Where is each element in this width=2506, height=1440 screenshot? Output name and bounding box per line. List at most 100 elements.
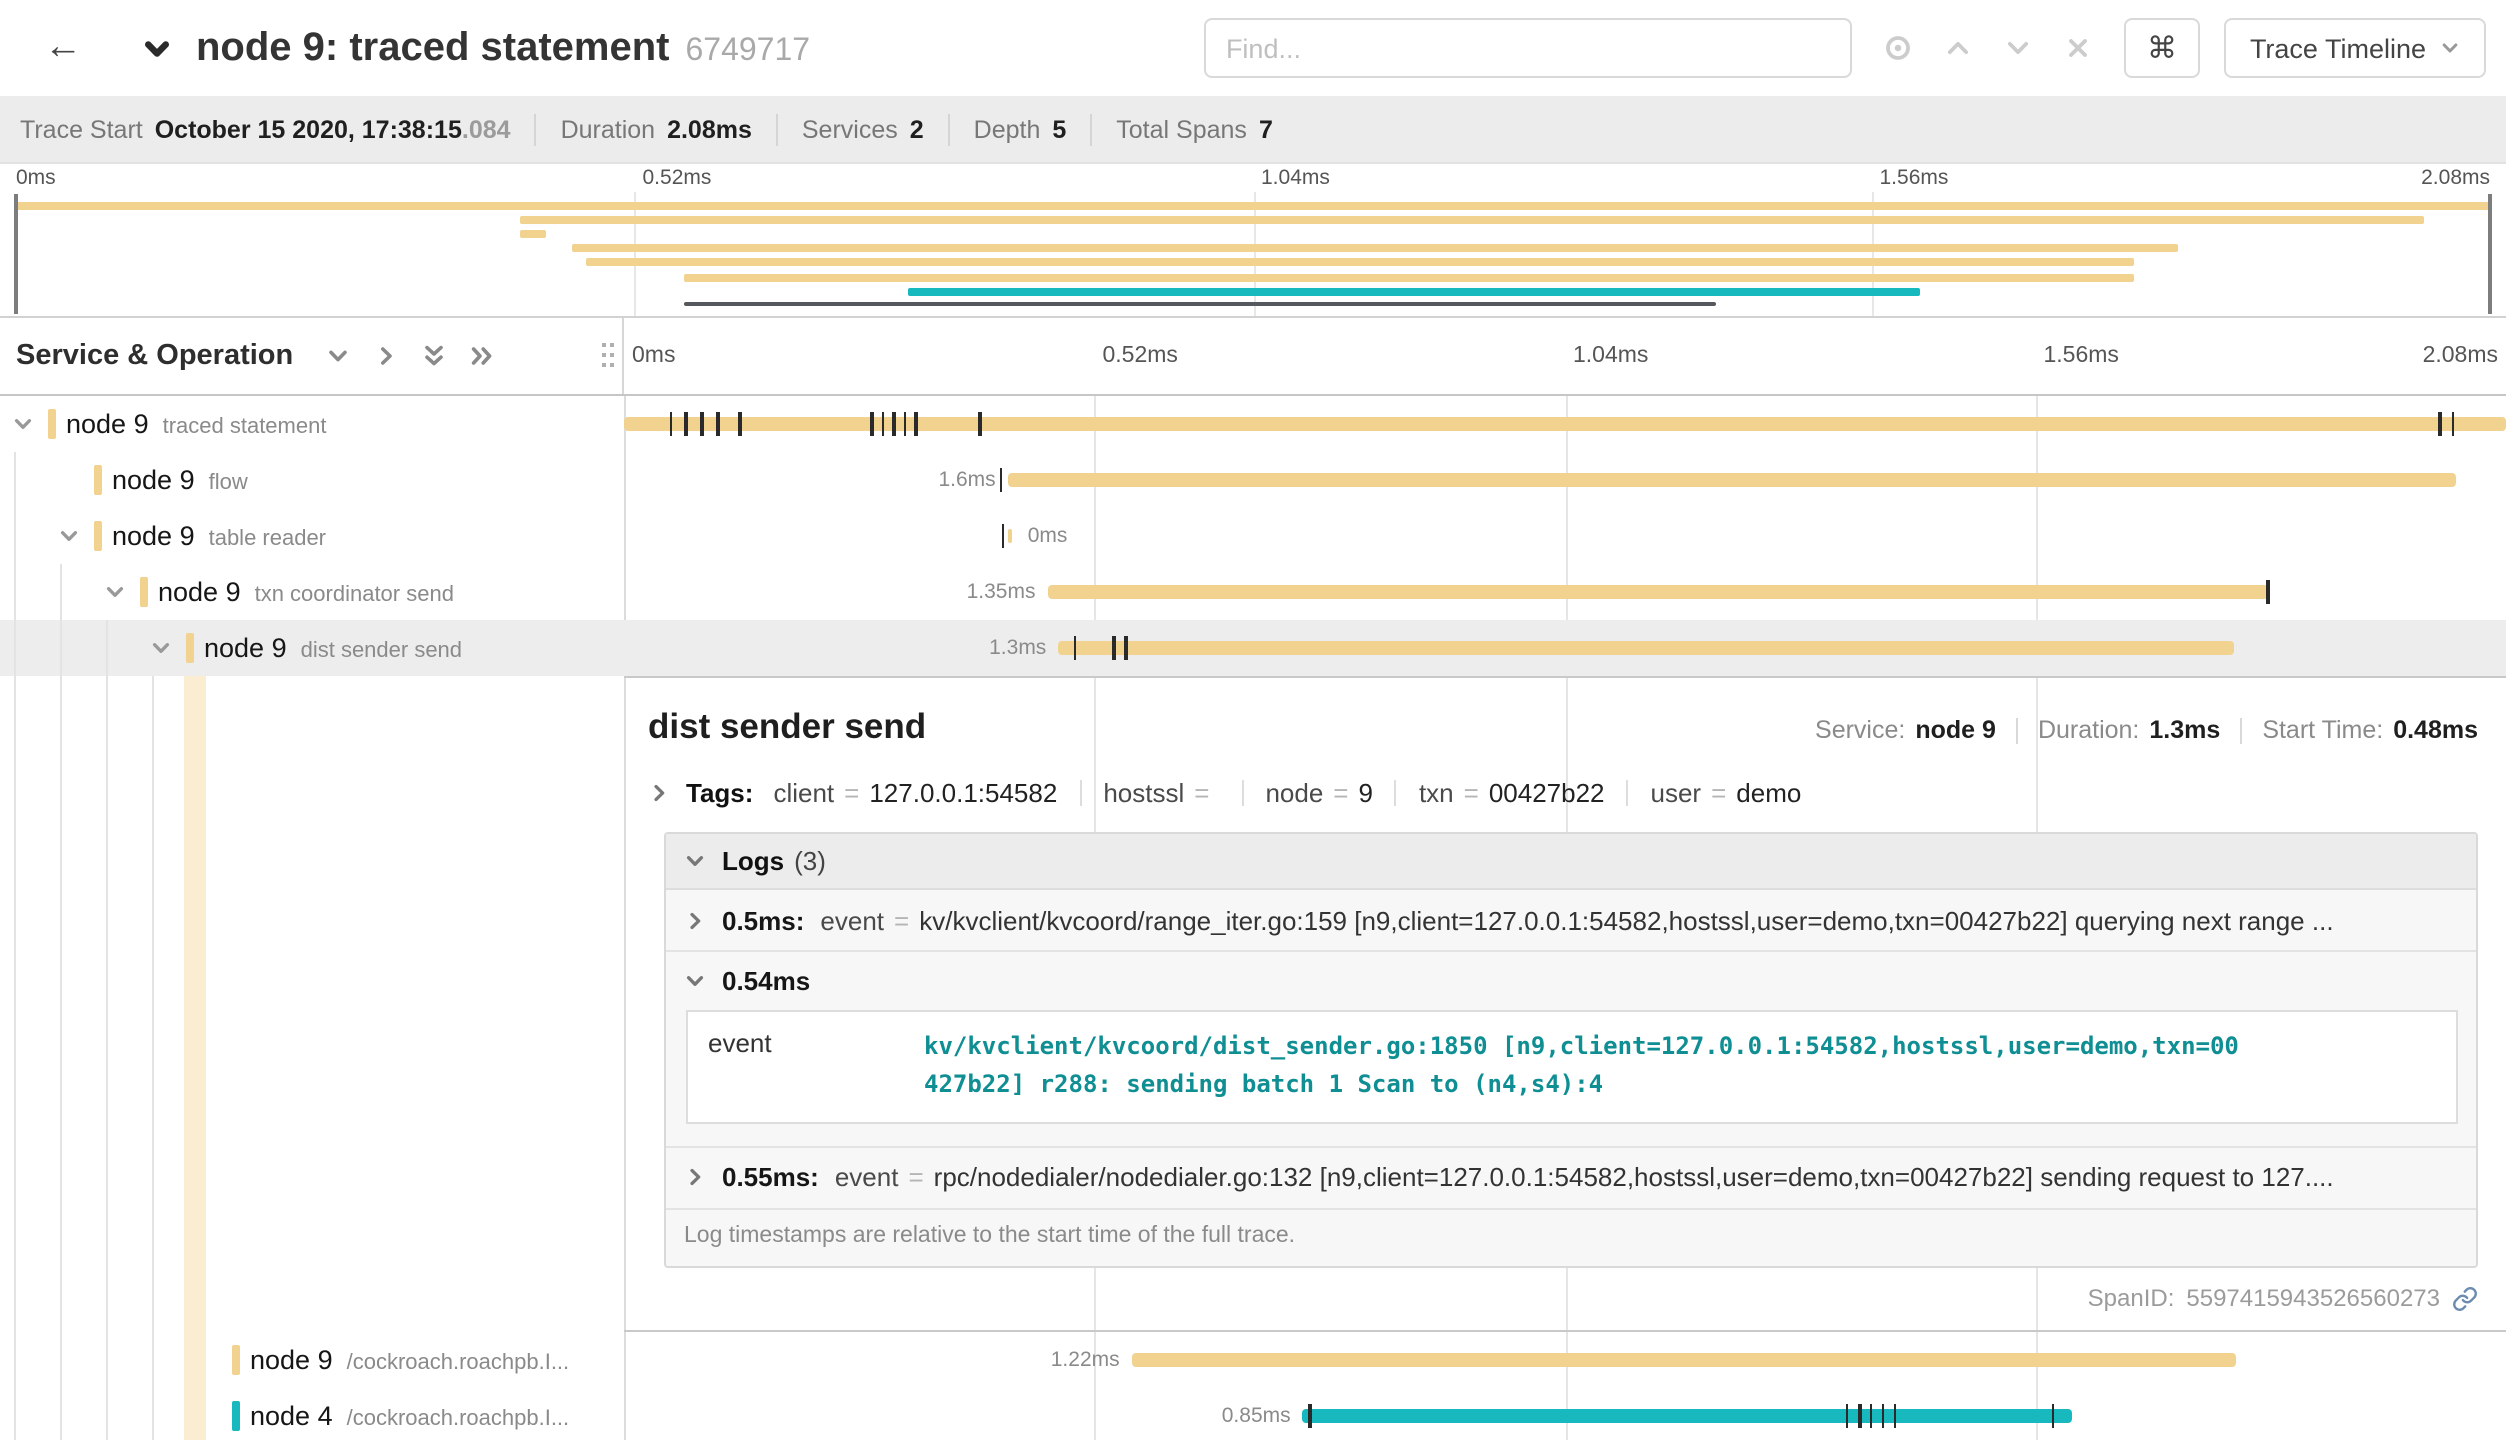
expand-one-icon[interactable] <box>373 344 397 368</box>
span-name: node 9flow <box>112 465 248 495</box>
tag-equals: = <box>844 778 859 808</box>
logs-header[interactable]: Logs (3) <box>666 834 2476 890</box>
tags-row[interactable]: Tags: client=127.0.0.1:54582hostssl=node… <box>648 778 2478 808</box>
span-row-cockroach-roachpb-i[interactable]: node 4/cockroach.roachpb.I...0.85ms <box>0 1388 2506 1440</box>
service-name: node 9 <box>112 465 195 495</box>
detail-meta: Service:node 9Duration:1.3msStart Time:0… <box>1815 716 2478 744</box>
log-time: 0.54ms <box>722 966 810 996</box>
tag-equals: = <box>1333 778 1348 808</box>
operation-name: table reader <box>209 527 326 551</box>
span-row-table-reader[interactable]: node 9table reader0ms <box>0 508 2506 564</box>
log-marker <box>1309 1404 1312 1428</box>
time-tick-label: 1.56ms <box>2044 344 2119 368</box>
detail-title: dist sender send <box>648 706 926 748</box>
span-row-traced-statement[interactable]: node 9traced statement <box>0 396 2506 452</box>
log-equals: = <box>894 905 909 935</box>
log-entry-expanded[interactable]: 0.54ms eventkv/kvclient/kvcoord/dist_send… <box>666 952 2476 1148</box>
clear-search-icon[interactable] <box>2064 34 2092 62</box>
span-row-txn-coordinator-send[interactable]: node 9txn coordinator send1.35ms <box>0 564 2506 620</box>
column-resizer[interactable] <box>602 343 614 369</box>
span-row-flow[interactable]: node 9flow1.6ms <box>0 452 2506 508</box>
trace-timeline-page: ← node 9: traced statement 6749717 ⌘ Tra… <box>0 0 2506 1440</box>
span-toggle-icon[interactable] <box>150 637 172 659</box>
keyboard-shortcuts-button[interactable]: ⌘ <box>2124 18 2200 78</box>
log-key: event <box>835 1163 899 1193</box>
collapse-one-icon[interactable] <box>325 344 349 368</box>
span-id-value: 5597415943526560273 <box>2186 1284 2440 1312</box>
expand-all-icon[interactable] <box>469 344 493 368</box>
operation-name: traced statement <box>163 415 327 439</box>
collapse-trace-header-icon[interactable] <box>142 33 172 63</box>
span-detail-header: dist sender send Service:node 9Duration:… <box>648 706 2478 748</box>
minimap-gridline <box>635 192 637 316</box>
log-entry[interactable]: 0.5ms:event=kv/kvclient/kvcoord/range_it… <box>666 890 2476 952</box>
log-marker <box>701 412 704 436</box>
log-marker <box>1870 1404 1873 1428</box>
tag-value: 00427b22 <box>1489 778 1605 808</box>
minimap-scrubber-handle[interactable] <box>14 194 18 314</box>
minimap-canvas[interactable] <box>16 192 2490 316</box>
link-icon[interactable] <box>2452 1285 2478 1311</box>
page-title: node 9: traced statement 6749717 <box>196 25 810 71</box>
minimap-time-labels: 0ms0.52ms1.04ms1.56ms2.08ms <box>16 164 2490 192</box>
log-marker <box>2052 1404 2055 1428</box>
span-bar[interactable] <box>1058 641 2234 655</box>
trace-view-dropdown[interactable]: Trace Timeline <box>2224 18 2486 78</box>
next-result-icon[interactable] <box>2004 34 2032 62</box>
top-bar: ← node 9: traced statement 6749717 ⌘ Tra… <box>0 0 2506 96</box>
prev-result-icon[interactable] <box>1944 34 1972 62</box>
log-marker <box>716 412 719 436</box>
span-toggle-icon[interactable] <box>58 525 80 547</box>
log-marker <box>1858 1404 1861 1428</box>
span-duration-label: 1.35ms <box>967 580 1036 604</box>
minimap-span-bar <box>573 244 2179 252</box>
span-bar[interactable] <box>1008 529 1012 543</box>
span-bar[interactable] <box>1008 473 2456 487</box>
trace-view-label: Trace Timeline <box>2250 33 2426 63</box>
span-name: node 9/cockroach.roachpb.I... <box>250 1345 569 1375</box>
chevron-right-icon <box>684 1167 706 1189</box>
span-row-cockroach-roachpb-i[interactable]: node 9/cockroach.roachpb.I...1.22ms <box>0 1332 2506 1388</box>
timeline-main: Service & Operation 0ms0.52ms1.04ms1.56m… <box>0 316 2506 1440</box>
collapse-all-icon[interactable] <box>421 344 445 368</box>
log-marker <box>2438 412 2441 436</box>
operation-name: dist sender send <box>301 639 462 663</box>
timeline-header: Service & Operation 0ms0.52ms1.04ms1.56m… <box>0 316 2506 396</box>
minimap-span-bar <box>908 287 1919 295</box>
time-tick-label: 0.52ms <box>643 166 712 190</box>
minimap-span-bar <box>683 302 1717 306</box>
logs-footnote: Log timestamps are relative to the start… <box>666 1210 2476 1266</box>
time-tick-label: 2.08ms <box>2421 166 2490 190</box>
find-input[interactable] <box>1204 18 1852 78</box>
log-marker <box>739 412 742 436</box>
detail-meta-value: node 9 <box>1915 716 1996 744</box>
log-marker <box>870 412 873 436</box>
minimap-span-bar <box>587 259 2133 267</box>
span-name: node 9dist sender send <box>204 633 462 663</box>
log-entry[interactable]: 0.55ms:event=rpc/nodedialer/nodedialer.g… <box>666 1148 2476 1210</box>
span-row-dist-sender-send[interactable]: node 9dist sender send1.3ms <box>0 620 2506 676</box>
log-fields-table: eventkv/kvclient/kvcoord/dist_sender.go:… <box>686 1010 2458 1124</box>
minimap-span-bar <box>16 201 2490 209</box>
minimap-span-bar <box>520 215 2423 223</box>
minimap-span-bar <box>520 230 545 238</box>
log-marker <box>1113 636 1116 660</box>
span-bar[interactable] <box>1047 585 2268 599</box>
operation-name: txn coordinator send <box>255 583 454 607</box>
span-toggle-icon[interactable] <box>104 581 126 603</box>
summary-item: Duration2.08ms <box>535 113 776 145</box>
span-bar[interactable] <box>1303 1409 2072 1423</box>
logs-accordion: Logs (3) 0.5ms:event=kv/kvclient/kvcoord… <box>664 832 2478 1268</box>
chevron-down-icon <box>684 850 706 872</box>
logs-entries: 0.5ms:event=kv/kvclient/kvcoord/range_it… <box>666 890 2476 1210</box>
detail-meta-value: 1.3ms <box>2149 716 2220 744</box>
span-toggle-icon[interactable] <box>12 413 34 435</box>
log-marker <box>1001 524 1004 548</box>
back-button[interactable]: ← <box>28 26 98 70</box>
find-match-icon[interactable] <box>1884 34 1912 62</box>
service-color-bar <box>232 1401 239 1431</box>
minimap-scrubber-handle[interactable] <box>2488 194 2492 314</box>
span-duration-label: 0.85ms <box>1222 1404 1291 1428</box>
minimap: 0ms0.52ms1.04ms1.56ms2.08ms <box>0 164 2506 316</box>
span-bar[interactable] <box>1132 1353 2236 1367</box>
